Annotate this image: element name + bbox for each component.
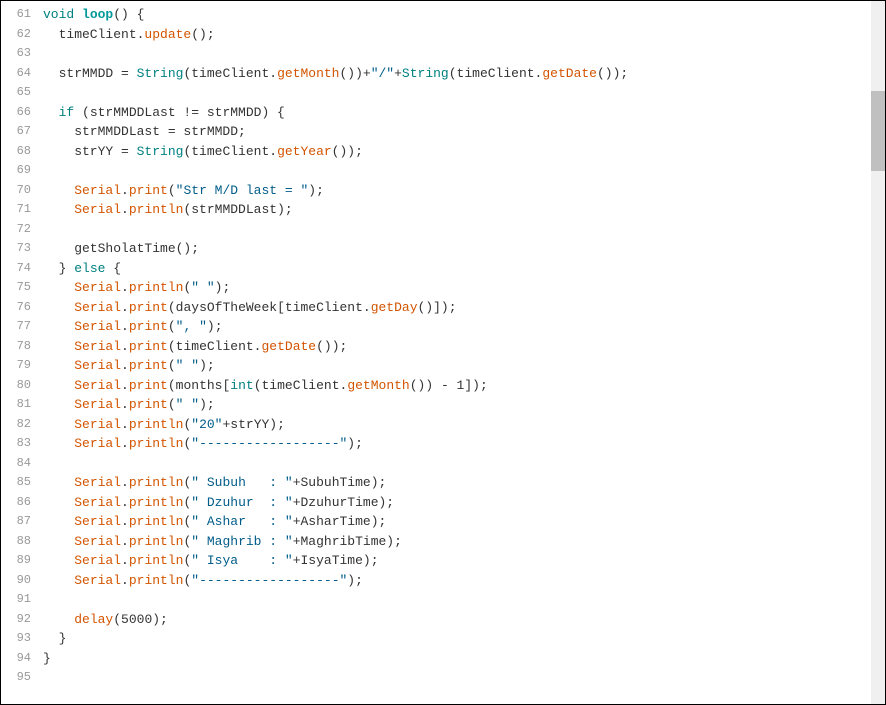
line-number: 90	[1, 571, 37, 591]
code-line	[43, 83, 885, 103]
code-line	[43, 220, 885, 240]
code-line: Serial.println("------------------");	[43, 434, 885, 454]
line-number: 74	[1, 259, 37, 279]
line-number: 66	[1, 103, 37, 123]
line-number: 89	[1, 551, 37, 571]
line-number: 85	[1, 473, 37, 493]
code-line: Serial.println(" ");	[43, 278, 885, 298]
code-line	[43, 668, 885, 688]
line-number: 92	[1, 610, 37, 630]
line-number: 77	[1, 317, 37, 337]
line-number: 83	[1, 434, 37, 454]
scrollbar-track[interactable]	[871, 1, 885, 704]
code-line: timeClient.update();	[43, 25, 885, 45]
code-line: Serial.println(strMMDDLast);	[43, 200, 885, 220]
line-number: 64	[1, 64, 37, 84]
code-line: Serial.println(" Subuh : "+SubuhTime);	[43, 473, 885, 493]
line-number: 70	[1, 181, 37, 201]
line-number: 80	[1, 376, 37, 396]
line-number: 75	[1, 278, 37, 298]
code-line	[43, 590, 885, 610]
code-line: strMMDDLast = strMMDD;	[43, 122, 885, 142]
code-line: Serial.println(" Isya : "+IsyaTime);	[43, 551, 885, 571]
code-line	[43, 454, 885, 474]
line-number: 71	[1, 200, 37, 220]
code-line: strYY = String(timeClient.getYear());	[43, 142, 885, 162]
code-line: Serial.print(" ");	[43, 395, 885, 415]
line-number: 93	[1, 629, 37, 649]
code-line: Serial.println("------------------");	[43, 571, 885, 591]
line-number: 69	[1, 161, 37, 181]
line-number: 63	[1, 44, 37, 64]
code-line: if (strMMDDLast != strMMDD) {	[43, 103, 885, 123]
scrollbar-thumb[interactable]	[871, 91, 885, 171]
line-number: 88	[1, 532, 37, 552]
line-number: 87	[1, 512, 37, 532]
line-number: 81	[1, 395, 37, 415]
code-line: void loop() {	[43, 5, 885, 25]
code-line: Serial.print(" ");	[43, 356, 885, 376]
code-line	[43, 44, 885, 64]
code-line: delay(5000);	[43, 610, 885, 630]
code-line: Serial.print(months[int(timeClient.getMo…	[43, 376, 885, 396]
code-line: strMMDD = String(timeClient.getMonth())+…	[43, 64, 885, 84]
code-line: }	[43, 629, 885, 649]
code-line: Serial.println(" Dzuhur : "+DzuhurTime);	[43, 493, 885, 513]
code-line: Serial.println(" Ashar : "+AsharTime);	[43, 512, 885, 532]
line-number: 72	[1, 220, 37, 240]
line-number: 95	[1, 668, 37, 688]
line-number: 62	[1, 25, 37, 45]
code-line: getSholatTime();	[43, 239, 885, 259]
code-line: Serial.print(timeClient.getDate());	[43, 337, 885, 357]
line-number: 61	[1, 5, 37, 25]
code-line: } else {	[43, 259, 885, 279]
code-line: Serial.print(", ");	[43, 317, 885, 337]
line-number: 86	[1, 493, 37, 513]
line-number: 67	[1, 122, 37, 142]
line-number: 82	[1, 415, 37, 435]
code-line: Serial.print("Str M/D last = ");	[43, 181, 885, 201]
line-number: 73	[1, 239, 37, 259]
code-line	[43, 161, 885, 181]
line-number: 84	[1, 454, 37, 474]
code-area[interactable]: void loop() { timeClient.update(); strMM…	[37, 1, 885, 704]
code-line: Serial.println("20"+strYY);	[43, 415, 885, 435]
line-number: 65	[1, 83, 37, 103]
line-number: 76	[1, 298, 37, 318]
line-number: 68	[1, 142, 37, 162]
code-line: }	[43, 649, 885, 669]
code-line: Serial.print(daysOfTheWeek[timeClient.ge…	[43, 298, 885, 318]
line-number: 78	[1, 337, 37, 357]
line-number: 91	[1, 590, 37, 610]
line-number-gutter: 6162636465666768697071727374757677787980…	[1, 1, 37, 704]
code-editor: 6162636465666768697071727374757677787980…	[0, 0, 886, 705]
code-line: Serial.println(" Maghrib : "+MaghribTime…	[43, 532, 885, 552]
line-number: 79	[1, 356, 37, 376]
line-number: 94	[1, 649, 37, 669]
